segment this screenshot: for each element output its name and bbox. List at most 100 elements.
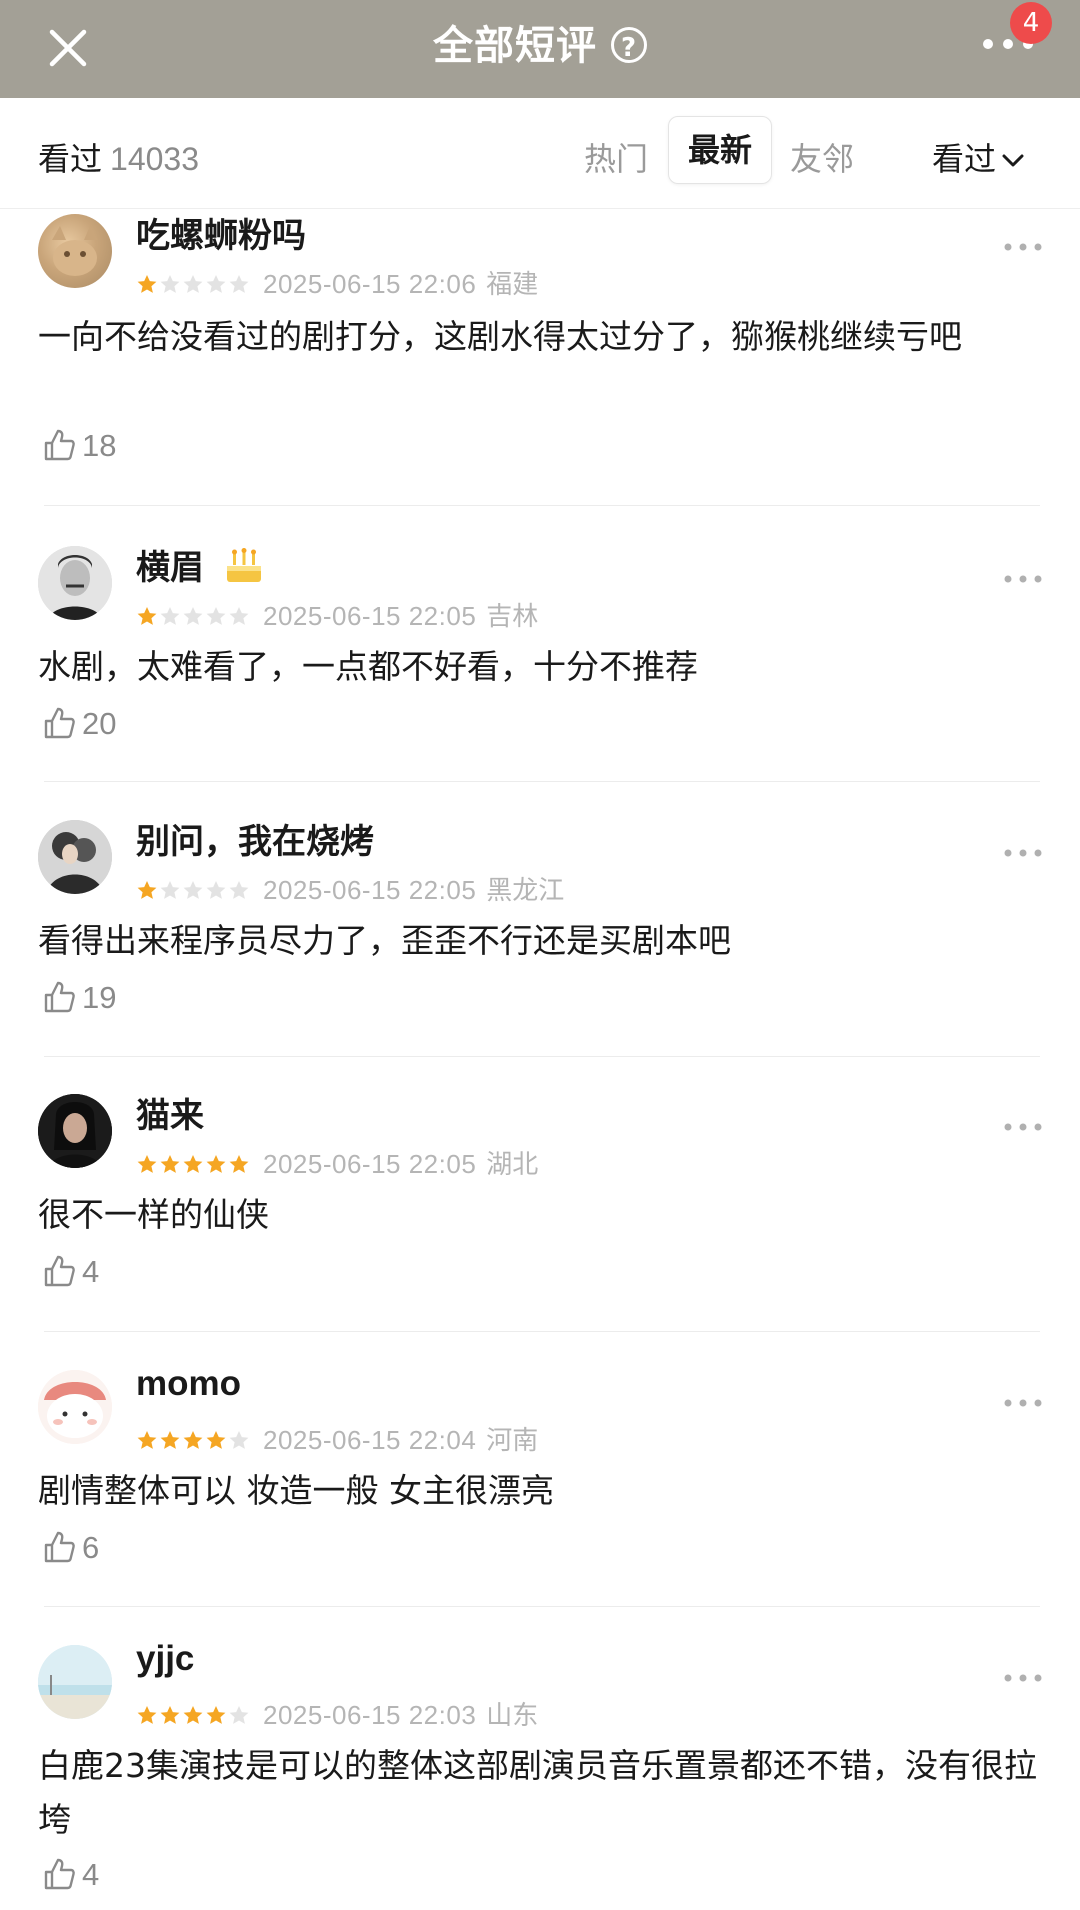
thumbs-up-icon [44, 707, 75, 738]
like-button[interactable]: 4 [42, 1254, 99, 1290]
star-filled-icon [137, 881, 157, 899]
divider [44, 1056, 1040, 1057]
notification-badge: 4 [1010, 2, 1052, 44]
thumbs-up-icon [44, 1858, 75, 1889]
question-circle-icon[interactable]: ? [611, 27, 647, 63]
star-rating [136, 875, 251, 905]
star-rating [136, 269, 251, 299]
like-button[interactable]: 20 [42, 706, 116, 742]
review-text: 看得出来程序员尽力了，歪歪不行还是买剧本吧 [38, 921, 731, 960]
avatar[interactable] [38, 214, 112, 288]
star-empty-icon [229, 607, 249, 625]
star-empty-icon [229, 1706, 249, 1724]
username[interactable]: 猫来 [136, 1088, 204, 1137]
seen-count: 14033 [110, 141, 199, 177]
review-text: 很不一样的仙侠 [38, 1195, 269, 1234]
review-text: 剧情整体可以 妆造一般 女主很漂亮 [38, 1471, 554, 1510]
star-empty-icon [183, 881, 203, 899]
star-filled-icon [137, 1706, 157, 1724]
thumbs-up-icon [44, 1531, 75, 1562]
username[interactable]: yjjc [136, 1639, 194, 1679]
page-title-wrap: 全部短评? [0, 18, 1080, 74]
avatar[interactable] [38, 546, 112, 620]
review-meta: 2025-06-15 22:05 湖北 [136, 1144, 538, 1181]
divider [44, 1331, 1040, 1332]
star-empty-icon [160, 607, 180, 625]
chevron-down-icon [1002, 154, 1024, 167]
star-empty-icon [160, 275, 180, 293]
star-filled-icon [137, 1155, 157, 1173]
review-meta: 2025-06-15 22:04 河南 [136, 1420, 538, 1457]
star-filled-icon [206, 1431, 226, 1449]
star-filled-icon [137, 1431, 157, 1449]
star-empty-icon [206, 275, 226, 293]
star-empty-icon [229, 1431, 249, 1449]
star-filled-icon [160, 1431, 180, 1449]
review-meta: 2025-06-15 22:05 黑龙江 [136, 870, 564, 907]
star-rating [136, 1700, 251, 1730]
review-region: 河南 [486, 1426, 539, 1456]
star-filled-icon [206, 1706, 226, 1724]
like-count: 19 [82, 980, 117, 1015]
more-options-icon[interactable] [1004, 1398, 1042, 1408]
watched-filter-dropdown[interactable]: 看过 [932, 134, 1024, 180]
more-options-icon[interactable] [1004, 242, 1042, 252]
review-date: 2025-06-15 22:05 [263, 1149, 477, 1179]
avatar[interactable] [38, 820, 112, 894]
review-date: 2025-06-15 22:06 [263, 269, 477, 299]
username[interactable]: 吃螺蛳粉吗 [136, 208, 306, 257]
seen-count-label: 看过 14033 [38, 134, 199, 180]
top-bar: 全部短评? 4 [0, 0, 1080, 98]
like-button[interactable]: 6 [42, 1530, 99, 1566]
review-text: 水剧，太难看了，一点都不好看，十分不推荐 [38, 647, 698, 686]
review-date: 2025-06-15 22:04 [263, 1425, 477, 1455]
filter-label: 看过 [932, 140, 997, 178]
more-options-icon[interactable] [1004, 1122, 1042, 1132]
like-count: 4 [82, 1254, 100, 1289]
like-count: 20 [82, 706, 117, 741]
star-empty-icon [206, 881, 226, 899]
tab-friends[interactable]: 友邻 [790, 134, 854, 180]
more-options-icon[interactable] [1004, 848, 1042, 858]
username[interactable]: momo [136, 1364, 241, 1404]
star-empty-icon [160, 881, 180, 899]
divider [44, 505, 1040, 506]
star-empty-icon [206, 607, 226, 625]
review-region: 山东 [486, 1701, 539, 1731]
divider [44, 781, 1040, 782]
review-region: 湖北 [486, 1150, 539, 1180]
star-filled-icon [160, 1706, 180, 1724]
thumbs-up-icon [44, 981, 75, 1012]
like-count: 4 [82, 1857, 100, 1892]
more-options-icon[interactable] [1004, 574, 1042, 584]
star-empty-icon [183, 607, 203, 625]
username[interactable]: 别问，我在烧烤 [136, 814, 374, 863]
like-button[interactable]: 18 [42, 428, 116, 464]
seen-label: 看过 [38, 140, 103, 178]
username[interactable]: 横眉 [136, 540, 264, 589]
review-meta: 2025-06-15 22:06 福建 [136, 264, 538, 301]
filter-bar: 看过 14033 热门 最新 友邻 看过 [0, 98, 1080, 209]
avatar[interactable] [38, 1094, 112, 1168]
review-date: 2025-06-15 22:03 [263, 1700, 477, 1730]
like-button[interactable]: 19 [42, 980, 116, 1016]
review-region: 福建 [486, 270, 539, 300]
review-text: 一向不给没看过的剧打分，这剧水得太过分了，猕猴桃继续亏吧 [38, 317, 962, 356]
avatar[interactable] [38, 1645, 112, 1719]
tab-latest[interactable]: 最新 [668, 116, 772, 184]
divider [44, 1606, 1040, 1607]
star-filled-icon [206, 1155, 226, 1173]
star-rating [136, 1425, 251, 1455]
like-count: 18 [82, 428, 117, 463]
review-text: 白鹿23集演技是可以的整体这部剧演员音乐置景都还不错，没有很拉垮 [38, 1746, 1037, 1839]
like-count: 6 [82, 1530, 100, 1565]
tab-hot[interactable]: 热门 [584, 134, 648, 180]
avatar[interactable] [38, 1370, 112, 1444]
review-date: 2025-06-15 22:05 [263, 601, 477, 631]
thumbs-up-icon [44, 1255, 75, 1286]
star-filled-icon [183, 1155, 203, 1173]
more-options-icon[interactable] [1004, 1673, 1042, 1683]
like-button[interactable]: 4 [42, 1857, 99, 1893]
star-rating [136, 1149, 251, 1179]
star-filled-icon [183, 1706, 203, 1724]
